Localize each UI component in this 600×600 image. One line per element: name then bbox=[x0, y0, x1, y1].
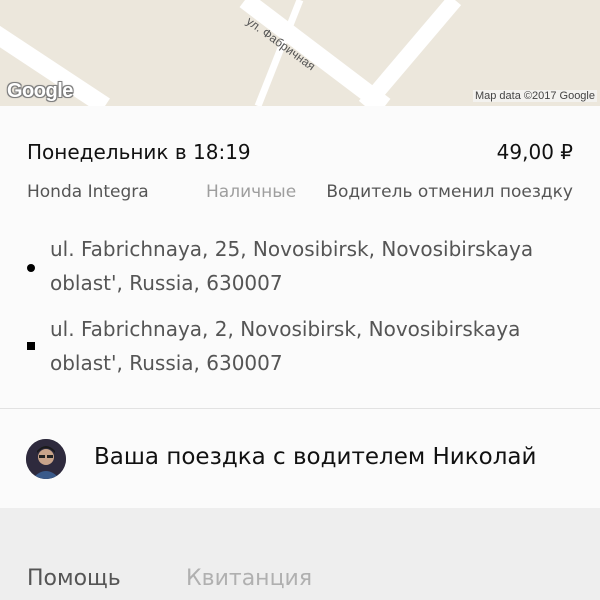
payment-method: Наличные bbox=[206, 182, 297, 202]
pickup-dot-icon bbox=[27, 264, 35, 272]
driver-avatar bbox=[26, 439, 66, 479]
google-logo: Google bbox=[7, 80, 73, 102]
trip-status: Водитель отменил поездку bbox=[326, 182, 573, 202]
pickup-address: ul. Fabrichnaya, 25, Novosibirsk, Novosi… bbox=[50, 237, 534, 295]
tab-help[interactable]: Помощь bbox=[27, 566, 121, 591]
map-attribution: Map data ©2017 Google bbox=[472, 90, 597, 102]
dropoff-address: ul. Fabrichnaya, 2, Novosibirsk, Novosib… bbox=[50, 317, 521, 375]
trip-details-card: Понедельник в 18:19 49,00 ₽ Honda Integr… bbox=[0, 106, 600, 409]
car-model: Honda Integra bbox=[27, 182, 149, 202]
driver-trip-text: Ваша поездка с водителем Николай bbox=[94, 444, 537, 470]
driver-row[interactable]: Ваша поездка с водителем Николай bbox=[0, 409, 600, 508]
dropoff-square-icon bbox=[27, 342, 35, 350]
trip-price: 49,00 ₽ bbox=[496, 140, 573, 164]
trip-datetime: Понедельник в 18:19 bbox=[27, 140, 251, 164]
tab-receipt[interactable]: Квитанция bbox=[186, 566, 312, 591]
bottom-tabs: Помощь Квитанция bbox=[0, 508, 600, 600]
map-view[interactable]: ул. Фабричная Google Map data ©2017 Goog… bbox=[0, 0, 600, 106]
